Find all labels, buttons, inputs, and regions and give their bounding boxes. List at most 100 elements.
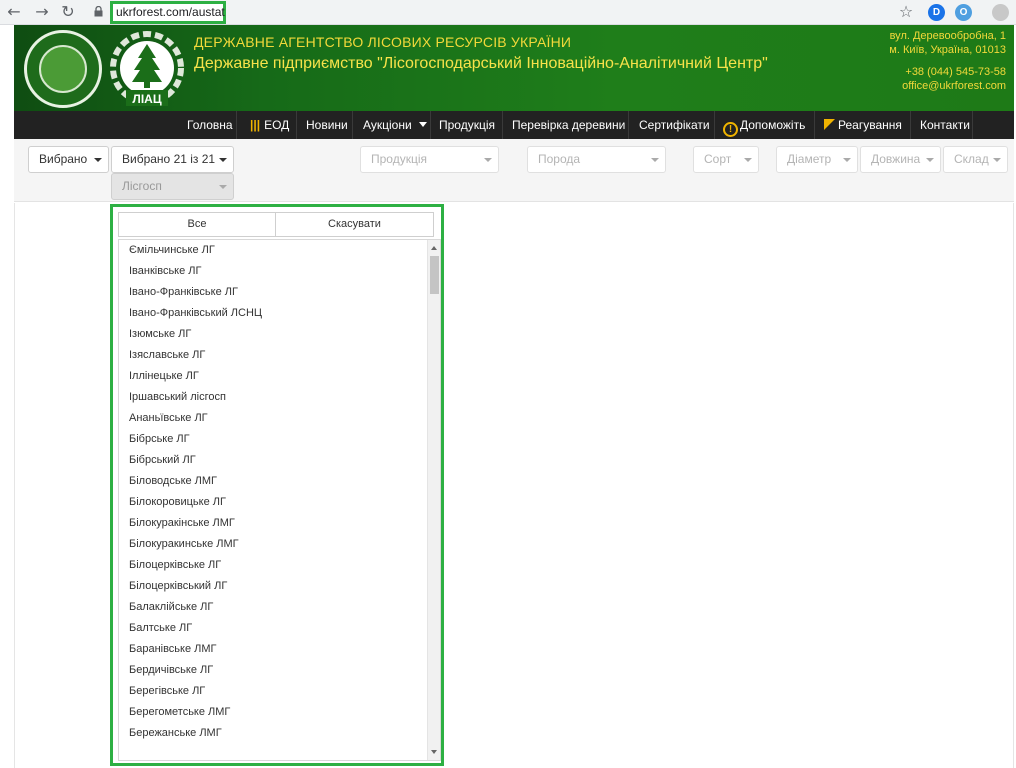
filter-species-dropdown[interactable]: Порода (527, 146, 666, 173)
nav-item-contacts[interactable]: Контакти (916, 111, 974, 139)
profile-avatar-icon[interactable] (992, 4, 1009, 21)
dropdown-option[interactable]: Білоцерківське ЛГ (129, 555, 221, 576)
filter-diameter-label: Діаметр (787, 152, 832, 166)
caret-down-icon (219, 185, 227, 189)
email-link[interactable]: office@ukrforest.com (902, 79, 1006, 93)
alert-circle-icon: ! (723, 122, 738, 137)
filter-organization-dropdown[interactable]: Вибрано 21 із 21 (111, 146, 234, 173)
nav-item-home[interactable]: Головна (183, 111, 237, 139)
browser-toolbar: ← → ↻ ukrforest.com/austat ☆ D O (0, 0, 1016, 25)
nav-item-response[interactable]: Реагування (820, 111, 906, 139)
nav-item-eod[interactable]: ||| ЕОД (246, 111, 293, 139)
caret-down-icon (926, 158, 934, 162)
dropdown-option[interactable]: Біловодське ЛМГ (129, 471, 217, 492)
forward-arrow-icon[interactable]: → (32, 3, 52, 21)
scroll-up-arrow-icon[interactable] (431, 246, 437, 250)
nav-item-auctions-label: Аукціони (363, 118, 412, 132)
filter-diameter-dropdown[interactable]: Діаметр (776, 146, 858, 173)
back-arrow-icon[interactable]: ← (4, 3, 24, 21)
liac-logo[interactable]: ЛІАЦ (108, 30, 186, 110)
filter-species-label: Порода (538, 152, 581, 166)
caret-down-icon (993, 158, 1001, 162)
dropdown-option[interactable]: Білокуракінське ЛМГ (129, 513, 235, 534)
caret-down-icon (843, 158, 851, 162)
dropdown-scrollbar[interactable] (427, 240, 440, 760)
filter-grade-label: Сорт (704, 152, 732, 166)
agency-seal-logo[interactable] (24, 30, 102, 108)
scroll-down-arrow-icon[interactable] (431, 750, 437, 754)
dropdown-option[interactable]: Балаклійське ЛГ (129, 597, 213, 618)
dropdown-option[interactable]: Бережанське ЛМГ (129, 723, 222, 744)
dropdown-option[interactable]: Білокоровицьке ЛГ (129, 492, 226, 513)
dropdown-option[interactable]: Бердичівське ЛГ (129, 660, 213, 681)
dropdown-option[interactable]: Білокуракинське ЛМГ (129, 534, 239, 555)
filter-product-dropdown[interactable]: Продукція (360, 146, 499, 173)
dropdown-option[interactable]: Берегометське ЛМГ (129, 702, 230, 723)
caret-down-icon (94, 158, 102, 162)
nav-item-certificates[interactable]: Сертифікати (635, 111, 714, 139)
contact-block: +38 (044) 545-73-58 office@ukrforest.com (902, 65, 1006, 93)
lock-icon (94, 6, 103, 17)
filter-lisgosp-dropdown[interactable]: Лісгосп (111, 173, 234, 200)
main-navigation: Головна ||| ЕОД Новини Аукціони Продукція… (14, 111, 1014, 139)
filter-warehouse-dropdown[interactable]: Склад (943, 146, 1008, 173)
caret-down-icon (219, 158, 227, 162)
filter-product-label: Продукція (371, 152, 427, 166)
agency-title: ДЕРЖАВНЕ АГЕНТСТВО ЛІСОВИХ РЕСУРСІВ УКРА… (194, 34, 572, 50)
address-bar[interactable]: ukrforest.com/austat (110, 1, 226, 24)
company-title: Державне підприємство "Лісогосподарський… (194, 55, 768, 72)
dropdown-option[interactable]: Іллінецьке ЛГ (129, 366, 199, 387)
bars-icon: ||| (250, 118, 261, 132)
filter-length-dropdown[interactable]: Довжина (860, 146, 941, 173)
caret-down-icon (651, 158, 659, 162)
filter-length-label: Довжина (871, 152, 921, 166)
reload-icon[interactable]: ↻ (58, 3, 78, 21)
extension-icon[interactable]: O (955, 4, 972, 21)
logo-text: ЛІАЦ (132, 92, 161, 106)
flag-icon (824, 119, 835, 130)
caret-down-icon (744, 158, 752, 162)
dropdown-option[interactable]: Івано-Франківське ЛГ (129, 282, 238, 303)
address-line-1: вул. Деревообробна, 1 (889, 30, 1006, 42)
nav-item-wood-check[interactable]: Перевірка деревини (508, 111, 629, 139)
dropdown-option[interactable]: Ананьївське ЛГ (129, 408, 208, 429)
extension-icon[interactable]: D (928, 4, 945, 21)
dropdown-option[interactable]: Ізюмське ЛГ (129, 324, 191, 345)
url-text: ukrforest.com/austat (116, 5, 225, 19)
caret-down-icon (419, 122, 428, 127)
phone-number[interactable]: +38 (044) 545-73-58 (902, 65, 1006, 79)
dropdown-option[interactable]: Івано-Франківський ЛСНЦ (129, 303, 262, 324)
bookmark-star-icon[interactable]: ☆ (896, 3, 916, 21)
filter-lisgosp-label: Лісгосп (122, 179, 162, 193)
dropdown-actions: Все Скасувати (118, 212, 434, 237)
dropdown-option[interactable]: Бібрське ЛГ (129, 429, 190, 450)
dropdown-option[interactable]: Іршавський лісгосп (129, 387, 226, 408)
filter-grade-dropdown[interactable]: Сорт (693, 146, 759, 173)
deselect-all-button[interactable]: Скасувати (275, 212, 434, 237)
nav-item-eod-label: ЕОД (264, 118, 290, 132)
filter-organization-label: Вибрано 21 із 21 (122, 152, 216, 166)
forestry-options-list: Ємільчинське ЛГ Іванківське ЛГ Івано-Фра… (118, 239, 441, 761)
dropdown-option[interactable]: Бібрський ЛГ (129, 450, 196, 471)
nav-item-auctions[interactable]: Аукціони (359, 111, 431, 139)
nav-item-help[interactable]: ! Допоможіть (719, 111, 809, 139)
dropdown-option[interactable]: Баранівське ЛМГ (129, 639, 217, 660)
scrollbar-thumb[interactable] (430, 256, 439, 294)
nav-item-news[interactable]: Новини (302, 111, 352, 139)
dropdown-option[interactable]: Ємільчинське ЛГ (129, 240, 215, 261)
nav-item-help-label: Допоможіть (740, 118, 806, 132)
address-line-2: м. Київ, Україна, 01013 (889, 44, 1006, 56)
filter-warehouse-label: Склад (954, 152, 989, 166)
dropdown-option[interactable]: Берегівське ЛГ (129, 681, 205, 702)
dropdown-option[interactable]: Білоцерківський ЛГ (129, 576, 227, 597)
filter-first-dropdown[interactable]: Вибрано (28, 146, 109, 173)
dropdown-option[interactable]: Ізяславське ЛГ (129, 345, 205, 366)
address-block: вул. Деревообробна, 1 м. Київ, Україна, … (889, 29, 1006, 57)
nav-item-products[interactable]: Продукція (435, 111, 499, 139)
dropdown-option[interactable]: Балтське ЛГ (129, 618, 192, 639)
trident-emblem-icon (39, 45, 87, 93)
select-all-button[interactable]: Все (118, 212, 276, 237)
dropdown-option[interactable]: Іванківське ЛГ (129, 261, 201, 282)
caret-down-icon (484, 158, 492, 162)
nav-item-response-label: Реагування (838, 118, 902, 132)
